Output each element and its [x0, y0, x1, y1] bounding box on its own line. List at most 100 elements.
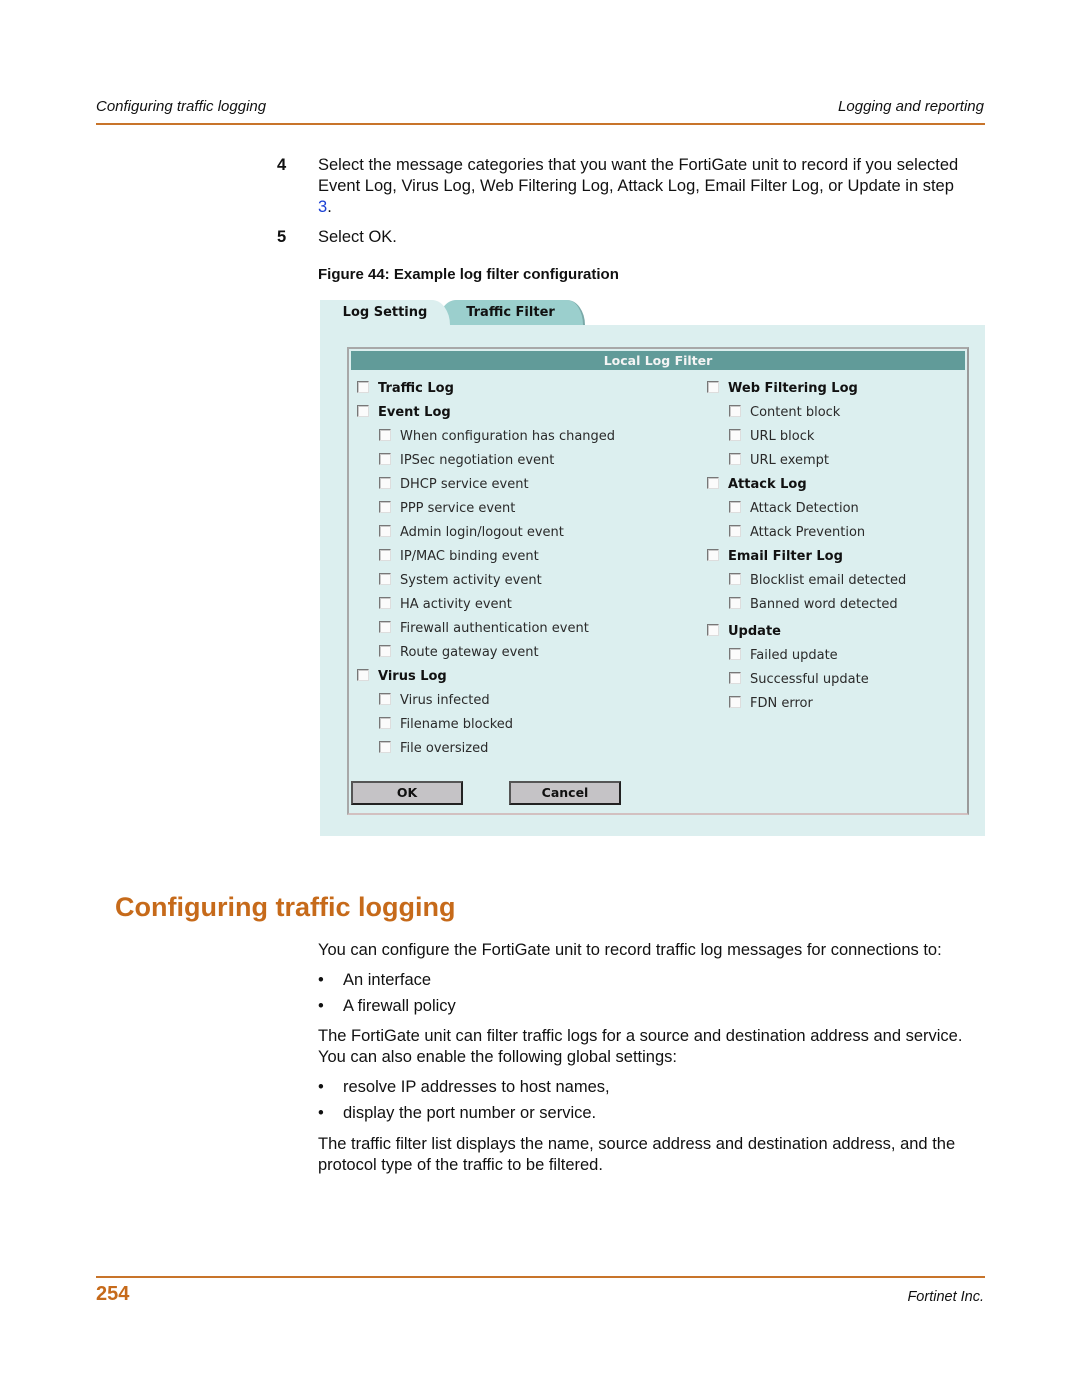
checkbox-label: Firewall authentication event	[400, 621, 589, 636]
subcategory-checkbox-row[interactable]: URL block	[707, 425, 906, 449]
checkbox[interactable]	[729, 525, 741, 537]
checkbox[interactable]	[379, 645, 391, 657]
subcategory-checkbox-row[interactable]: Content block	[707, 401, 906, 425]
subcategory-checkbox-row[interactable]: System activity event	[357, 569, 615, 593]
checkbox-label: DHCP service event	[400, 477, 529, 492]
subcategory-checkbox-row[interactable]: Attack Prevention	[707, 521, 906, 545]
checkbox[interactable]	[729, 672, 741, 684]
subcategory-checkbox-row[interactable]: Successful update	[707, 668, 906, 692]
checkbox[interactable]	[357, 381, 369, 393]
subcategory-checkbox-row[interactable]: When configuration has changed	[357, 425, 615, 449]
tab-log-setting[interactable]: Log Setting	[320, 300, 450, 325]
subcategory-checkbox-row[interactable]: HA activity event	[357, 593, 615, 617]
subcategory-checkbox-row[interactable]: Route gateway event	[357, 641, 615, 665]
checkbox[interactable]	[357, 669, 369, 681]
tab-bar: Log Setting Traffic Filter	[320, 298, 985, 325]
category-checkbox-row[interactable]: Event Log	[357, 401, 615, 425]
subcategory-checkbox-row[interactable]: DHCP service event	[357, 473, 615, 497]
checkbox-label: Traffic Log	[378, 381, 454, 396]
checkbox[interactable]	[379, 453, 391, 465]
checkbox-label: IP/MAC binding event	[400, 549, 539, 564]
checkbox-label: System activity event	[400, 573, 542, 588]
subcategory-checkbox-row[interactable]: IP/MAC binding event	[357, 545, 615, 569]
checkbox[interactable]	[707, 549, 719, 561]
ok-button[interactable]: OK	[351, 781, 463, 805]
subcategory-checkbox-row[interactable]: PPP service event	[357, 497, 615, 521]
checkbox[interactable]	[729, 573, 741, 585]
checkbox[interactable]	[379, 717, 391, 729]
subcategory-checkbox-row[interactable]: Banned word detected	[707, 593, 906, 617]
left-column: Traffic Log Event Log When configuration h…	[357, 377, 615, 761]
category-checkbox-row[interactable]: Email Filter Log	[707, 545, 906, 569]
category-checkbox-row[interactable]: Traffic Log	[357, 377, 615, 401]
step-text: Select the message categories that you w…	[318, 156, 959, 216]
checkbox[interactable]	[707, 381, 719, 393]
subcategory-checkbox-row[interactable]: FDN error	[707, 692, 906, 716]
checkbox[interactable]	[729, 429, 741, 441]
checkbox[interactable]	[379, 741, 391, 753]
checkbox-label: Attack Log	[728, 477, 807, 492]
paragraph-list: The traffic filter list displays the nam…	[318, 1135, 956, 1174]
subcategory-checkbox-row[interactable]: IPSec negotiation event	[357, 449, 615, 473]
checkbox-label: PPP service event	[400, 501, 516, 516]
category-checkbox-row[interactable]: Virus Log	[357, 665, 615, 689]
subcategory-checkbox-row[interactable]: File oversized	[357, 737, 615, 761]
checkbox-label: URL block	[750, 429, 815, 444]
running-header-left: Configuring traffic logging	[96, 98, 267, 115]
subcategory-checkbox-row[interactable]: Filename blocked	[357, 713, 615, 737]
category-checkbox-row[interactable]: Update	[707, 620, 906, 644]
subcategory-checkbox-row[interactable]: Admin login/logout event	[357, 521, 615, 545]
step-text: Select OK.	[318, 228, 397, 246]
checkbox[interactable]	[379, 477, 391, 489]
step-link[interactable]: 3	[318, 198, 327, 216]
checkbox[interactable]	[357, 405, 369, 417]
checkbox-label: Blocklist email detected	[750, 573, 907, 588]
cancel-button[interactable]: Cancel	[509, 781, 621, 805]
checkbox[interactable]	[379, 501, 391, 513]
checkbox[interactable]	[729, 405, 741, 417]
checkbox[interactable]	[379, 429, 391, 441]
checkbox-label: Failed update	[750, 648, 838, 663]
checkbox[interactable]	[729, 648, 741, 660]
checkbox-label: Update	[728, 624, 781, 639]
tab-traffic-filter[interactable]: Traffic Filter	[438, 300, 585, 325]
checkbox[interactable]	[379, 525, 391, 537]
panel-title: Local Log Filter	[351, 351, 965, 370]
subcategory-checkbox-row[interactable]: Blocklist email detected	[707, 569, 906, 593]
checkbox[interactable]	[729, 597, 741, 609]
subcategory-checkbox-row[interactable]: URL exempt	[707, 449, 906, 473]
checkbox-label: Attack Prevention	[750, 525, 866, 540]
local-log-filter-box: Local Log Filter Traffic Log Event Log Whe…	[347, 347, 969, 815]
checkbox-label: Virus Log	[378, 669, 447, 684]
step-number: 4	[277, 156, 287, 174]
subcategory-checkbox-row[interactable]: Firewall authentication event	[357, 617, 615, 641]
checkbox[interactable]	[379, 597, 391, 609]
checkbox-label: Event Log	[378, 405, 451, 420]
subcategory-checkbox-row[interactable]: Virus infected	[357, 689, 615, 713]
running-header-right: Logging and reporting	[838, 98, 984, 115]
checkbox[interactable]	[729, 696, 741, 708]
checkbox[interactable]	[707, 624, 719, 636]
category-checkbox-row[interactable]: Attack Log	[707, 473, 906, 497]
section-heading: Configuring traffic logging	[115, 892, 456, 922]
category-checkbox-row[interactable]: Web Filtering Log	[707, 377, 906, 401]
checkbox-label: URL exempt	[750, 453, 829, 468]
checkbox[interactable]	[379, 693, 391, 705]
checkbox[interactable]	[707, 477, 719, 489]
footer-company: Fortinet Inc.	[907, 1289, 984, 1305]
right-column: Web Filtering Log Content block URL block U…	[707, 377, 906, 716]
footer-rule	[96, 1276, 985, 1278]
checkbox-label: Attack Detection	[750, 501, 859, 516]
subcategory-checkbox-row[interactable]: Attack Detection	[707, 497, 906, 521]
checkbox-label: Email Filter Log	[728, 549, 843, 564]
checkbox[interactable]	[379, 573, 391, 585]
checkbox-label: Route gateway event	[400, 645, 539, 660]
paragraph-filter: The FortiGate unit can filter traffic lo…	[318, 1027, 963, 1066]
subcategory-checkbox-row[interactable]: Failed update	[707, 644, 906, 668]
checkbox[interactable]	[379, 621, 391, 633]
checkbox[interactable]	[379, 549, 391, 561]
checkbox-label: Successful update	[750, 672, 869, 687]
checkbox[interactable]	[729, 453, 741, 465]
checkbox-label: Admin login/logout event	[400, 525, 564, 540]
checkbox[interactable]	[729, 501, 741, 513]
